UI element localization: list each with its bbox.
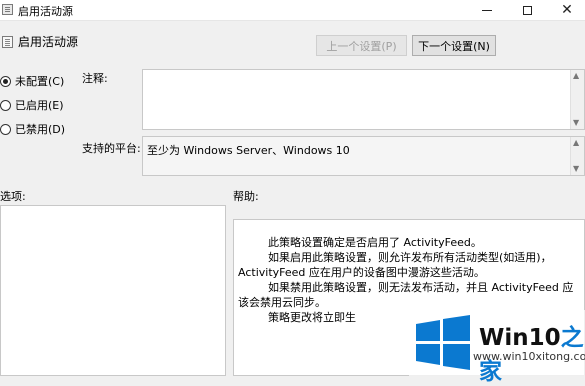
scroll-down-icon[interactable]: ▼ bbox=[573, 165, 579, 173]
watermark-logo: Win10之家 www.win10xitong.com bbox=[409, 310, 585, 385]
radio-not-configured[interactable]: 未配置(C) bbox=[0, 73, 64, 89]
help-line: 如果启用此策略设置，则允许发布所有活动类型(如适用)，ActivityFeed … bbox=[238, 251, 552, 279]
minimize-button[interactable] bbox=[468, 0, 506, 20]
comment-textarea[interactable]: ▲ ▼ bbox=[142, 69, 585, 130]
radio-button[interactable] bbox=[0, 99, 11, 111]
radio-label: 未配置(C) bbox=[15, 75, 65, 88]
supported-platform-value: 至少为 Windows Server、Windows 10 bbox=[147, 144, 350, 157]
next-setting-button[interactable]: 下一个设置(N) bbox=[412, 35, 496, 56]
supported-platform-label: 支持的平台: bbox=[82, 142, 141, 155]
comment-scrollbar[interactable]: ▲ ▼ bbox=[570, 70, 584, 129]
radio-disabled[interactable]: 已禁用(D) bbox=[0, 121, 65, 137]
window-title: 启用活动源 bbox=[18, 5, 73, 18]
help-label: 帮助: bbox=[233, 190, 259, 203]
radio-label: 已禁用(D) bbox=[15, 123, 66, 136]
radio-label: 已启用(E) bbox=[15, 99, 64, 112]
radio-button[interactable] bbox=[0, 75, 11, 87]
title-bar: 启用活动源 ✕ bbox=[0, 0, 585, 21]
maximize-icon bbox=[522, 5, 532, 15]
policy-name: 启用活动源 bbox=[18, 35, 79, 49]
options-pane bbox=[0, 205, 226, 376]
supported-platform-box: 至少为 Windows Server、Windows 10 ▲ ▼ bbox=[142, 136, 585, 176]
scroll-up-icon[interactable]: ▲ bbox=[573, 139, 579, 147]
minimize-icon bbox=[482, 9, 492, 11]
options-label: 选项: bbox=[0, 190, 26, 203]
policy-setting-icon bbox=[2, 36, 13, 48]
close-icon: ✕ bbox=[561, 2, 573, 18]
help-line: 此策略设置确定是否启用了 ActivityFeed。 bbox=[268, 236, 482, 249]
watermark-url: www.win10xitong.com bbox=[473, 350, 585, 363]
help-line: 如果禁用此策略设置，则无法发布活动，并且 ActivityFeed 应该会禁用云… bbox=[238, 281, 574, 309]
policy-window-icon bbox=[2, 4, 13, 15]
windows-logo-icon bbox=[416, 315, 470, 370]
radio-button[interactable] bbox=[0, 123, 11, 135]
scroll-down-icon[interactable]: ▼ bbox=[573, 119, 579, 127]
radio-enabled[interactable]: 已启用(E) bbox=[0, 97, 64, 113]
comment-label: 注释: bbox=[82, 72, 108, 85]
scroll-up-icon[interactable]: ▲ bbox=[573, 72, 579, 80]
platform-scrollbar[interactable]: ▲ ▼ bbox=[570, 137, 584, 175]
maximize-button[interactable] bbox=[508, 0, 546, 20]
previous-setting-button[interactable]: 上一个设置(P) bbox=[316, 35, 407, 56]
close-button[interactable]: ✕ bbox=[548, 0, 585, 20]
